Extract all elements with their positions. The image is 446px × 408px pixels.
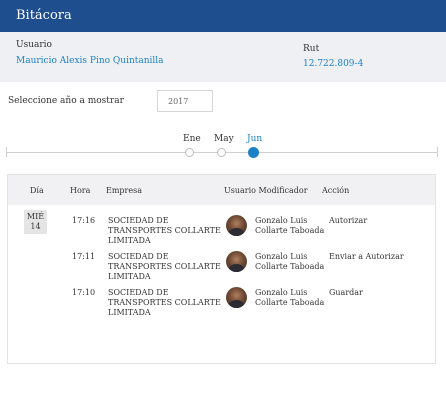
row-usuario-line: Collarte Taboada [255, 226, 325, 235]
row-accion: Guardar [329, 288, 363, 297]
row-empresa-line: LIMITADA [108, 236, 151, 245]
timeline-month-label-active: Jun [247, 134, 263, 144]
table-header: Día Hora Empresa Usuario Modificador Acc… [8, 175, 435, 205]
month-timeline: Ene May Jun [6, 130, 438, 162]
row-empresa-line: SOCIEDAD DE [108, 252, 169, 261]
header-bar: Bitácora [0, 0, 446, 32]
date-day-name: MIÉ [26, 212, 45, 221]
rut-label: Rut [303, 44, 320, 54]
column-header-hora: Hora [70, 186, 91, 195]
column-header-accion: Acción [322, 186, 350, 195]
page-title: Bitácora [16, 8, 72, 23]
timeline-month-dot[interactable] [217, 148, 226, 157]
avatar [226, 287, 247, 308]
row-empresa-line: TRANSPORTES COLLARTE [108, 226, 221, 235]
column-header-empresa: Empresa [106, 186, 142, 195]
avatar [226, 215, 247, 236]
row-usuario-line: Gonzalo Luis [255, 288, 308, 297]
timeline-month-label: May [214, 134, 234, 144]
row-empresa-line: TRANSPORTES COLLARTE [108, 262, 221, 271]
column-header-usuario: Usuario Modificador [224, 186, 308, 195]
row-usuario-line: Gonzalo Luis [255, 216, 308, 225]
year-input[interactable] [157, 90, 213, 112]
avatar [226, 251, 247, 272]
usuario-value: Mauricio Alexis Pino Quintanilla [16, 56, 164, 66]
row-empresa-line: SOCIEDAD DE [108, 216, 169, 225]
row-empresa-line: TRANSPORTES COLLARTE [108, 298, 221, 307]
year-select-label: Seleccione año a mostrar [8, 96, 124, 106]
row-usuario-line: Gonzalo Luis [255, 252, 308, 261]
row-hora: 17:10 [72, 288, 96, 297]
row-empresa-line: SOCIEDAD DE [108, 288, 169, 297]
log-table: Día Hora Empresa Usuario Modificador Acc… [7, 174, 436, 364]
row-empresa-line: LIMITADA [108, 272, 151, 281]
rut-value: 12.722.809-4 [303, 59, 364, 69]
timeline-month-dot[interactable] [185, 148, 194, 157]
row-accion: Autorizar [329, 216, 368, 225]
row-accion: Enviar a Autorizar [329, 252, 404, 261]
row-empresa-line: LIMITADA [108, 308, 151, 317]
column-header-dia: Día [30, 186, 44, 195]
timeline-month-dot-active[interactable] [248, 147, 259, 158]
timeline-start-tick [6, 147, 7, 157]
row-usuario-line: Collarte Taboada [255, 298, 325, 307]
usuario-label: Usuario [16, 40, 52, 50]
row-hora: 17:11 [72, 252, 96, 261]
date-day-number: 14 [30, 222, 41, 231]
timeline-end-tick [437, 147, 438, 157]
user-info-panel: Usuario Mauricio Alexis Pino Quintanilla… [0, 32, 446, 82]
row-usuario-line: Collarte Taboada [255, 262, 325, 271]
date-badge: MIÉ 14 [24, 210, 47, 234]
timeline-month-label: Ene [183, 134, 201, 144]
row-hora: 17:16 [72, 216, 96, 225]
